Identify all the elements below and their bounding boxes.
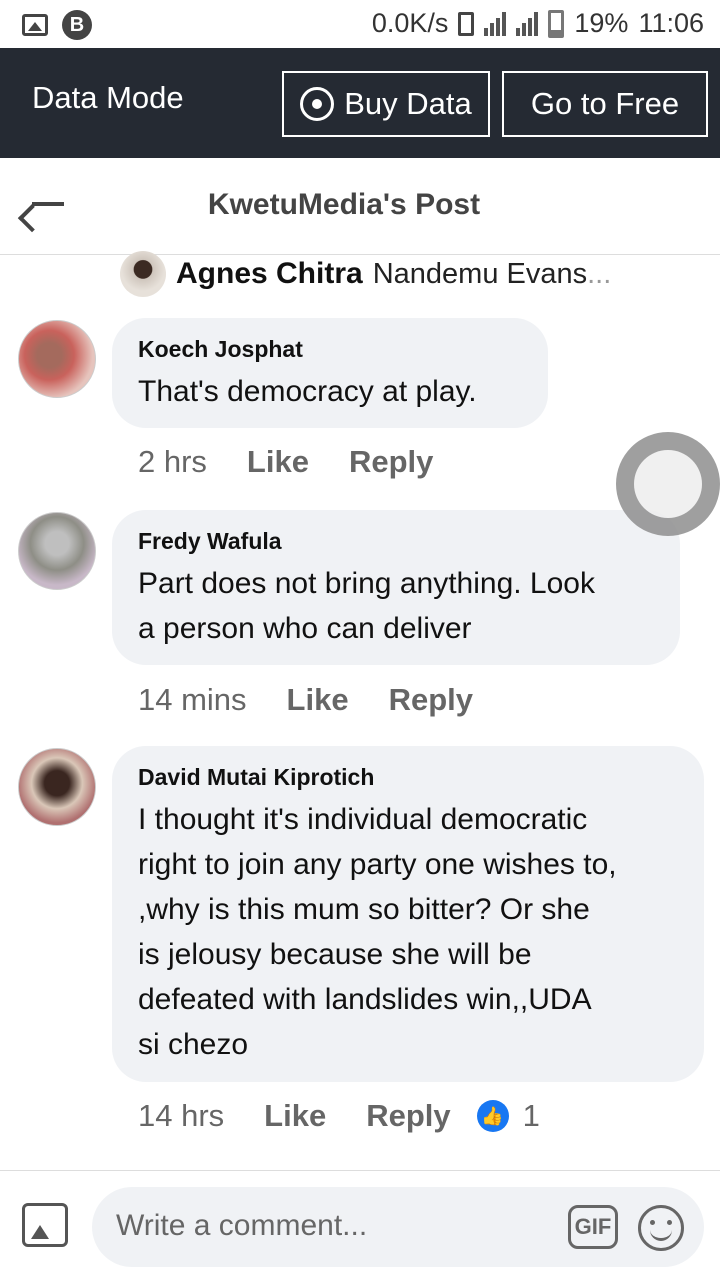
like-button[interactable]: Like bbox=[264, 1098, 326, 1134]
reply-button[interactable]: Reply bbox=[389, 682, 473, 718]
comment-time: 14 hrs bbox=[138, 1098, 225, 1133]
go-to-free-button[interactable]: Go to Free bbox=[502, 71, 708, 137]
go-to-free-label: Go to Free bbox=[530, 86, 680, 121]
comment-input[interactable]: Write a comment... GIF bbox=[92, 1187, 704, 1267]
reply-author: Agnes Chitra bbox=[176, 257, 363, 290]
buy-data-button[interactable]: Buy Data bbox=[282, 71, 490, 137]
network-speed: 0.0K/s bbox=[371, 8, 449, 38]
comment-composer: Write a comment... GIF bbox=[0, 1170, 720, 1281]
page-title: KwetuMedia's Post bbox=[207, 188, 481, 221]
reply-snippet-text: Nandemu Evans bbox=[372, 257, 588, 290]
comment-author[interactable]: Koech Josphat bbox=[138, 336, 522, 363]
reply-preview[interactable]: Agnes Chitra Nandemu Evans... bbox=[120, 251, 612, 297]
reply-snippet: Nandemu Evans... bbox=[373, 258, 612, 291]
comment-author[interactable]: David Mutai Kiprotich bbox=[138, 764, 678, 791]
comment-bubble[interactable]: Fredy Wafula Part does not bring anythin… bbox=[112, 510, 680, 665]
comment-author[interactable]: Fredy Wafula bbox=[138, 528, 654, 555]
reply-button[interactable]: Reply bbox=[349, 444, 433, 480]
avatar bbox=[120, 251, 166, 297]
avatar[interactable] bbox=[18, 748, 96, 826]
broadcast-icon bbox=[300, 87, 335, 121]
battery-level: 19% bbox=[574, 8, 629, 38]
buy-data-label: Buy Data bbox=[344, 86, 472, 121]
gallery-notification-icon bbox=[22, 14, 48, 36]
clock: 11:06 bbox=[638, 8, 704, 38]
comment-line: I thought it's individual democratic bbox=[138, 803, 588, 836]
assistive-touch-button[interactable] bbox=[616, 432, 720, 536]
comment-text: That's democracy at play. bbox=[138, 369, 522, 414]
comment-text: I thought it's individual democratic rig… bbox=[138, 797, 678, 1067]
data-mode-label: Data Mode bbox=[32, 80, 184, 115]
comment-actions: 2 hrs Like Reply bbox=[138, 444, 459, 480]
avatar[interactable] bbox=[18, 320, 96, 398]
comment-text: Part does not bring anything. Look a per… bbox=[138, 561, 654, 651]
comment-line: defeated with landslides win,,UDA bbox=[138, 983, 592, 1016]
comment-line: That's democracy at play. bbox=[138, 375, 477, 408]
comment-line: Part does not bring anything. Look bbox=[138, 567, 595, 600]
reply-button[interactable]: Reply bbox=[366, 1098, 450, 1134]
comment-bubble[interactable]: Koech Josphat That's democracy at play. bbox=[112, 318, 548, 428]
comment-line: a person who can deliver bbox=[138, 612, 472, 645]
reaction-count[interactable]: 1 bbox=[523, 1098, 540, 1134]
vibrate-icon bbox=[458, 11, 475, 36]
comment-actions: 14 mins Like Reply bbox=[138, 682, 499, 718]
ellipsis: ... bbox=[587, 257, 612, 290]
comment-time: 14 mins bbox=[138, 682, 247, 717]
like-button[interactable]: Like bbox=[247, 444, 309, 480]
post-header: KwetuMedia's Post bbox=[0, 158, 720, 255]
photo-icon[interactable] bbox=[22, 1203, 68, 1247]
signal-icon bbox=[484, 11, 507, 36]
like-button[interactable]: Like bbox=[287, 682, 349, 718]
comment-line: si chezo bbox=[138, 1028, 249, 1061]
comment-line: right to join any party one wishes to, bbox=[138, 848, 617, 881]
data-mode-bar: Data Mode Buy Data Go to Free bbox=[0, 48, 720, 158]
avatar[interactable] bbox=[18, 512, 96, 590]
comment-time: 2 hrs bbox=[138, 444, 207, 479]
battery-icon bbox=[548, 9, 565, 38]
comment-bubble[interactable]: David Mutai Kiprotich I thought it's ind… bbox=[112, 746, 704, 1082]
comment-placeholder: Write a comment... bbox=[116, 1209, 368, 1242]
comment-actions: 14 hrs Like Reply 👍 1 bbox=[138, 1098, 540, 1134]
comment-line: is jelousy because she will be bbox=[138, 938, 532, 971]
status-bar: B 0.0K/s 19% 11:06 bbox=[0, 0, 720, 48]
gif-button[interactable]: GIF bbox=[568, 1205, 618, 1249]
b-notification-icon: B bbox=[62, 10, 92, 40]
signal-icon-2 bbox=[516, 11, 539, 36]
comment-line: ,why is this mum so bitter? Or she bbox=[138, 893, 590, 926]
emoji-icon[interactable] bbox=[638, 1205, 684, 1251]
thumbs-up-icon[interactable]: 👍 bbox=[476, 1100, 509, 1132]
